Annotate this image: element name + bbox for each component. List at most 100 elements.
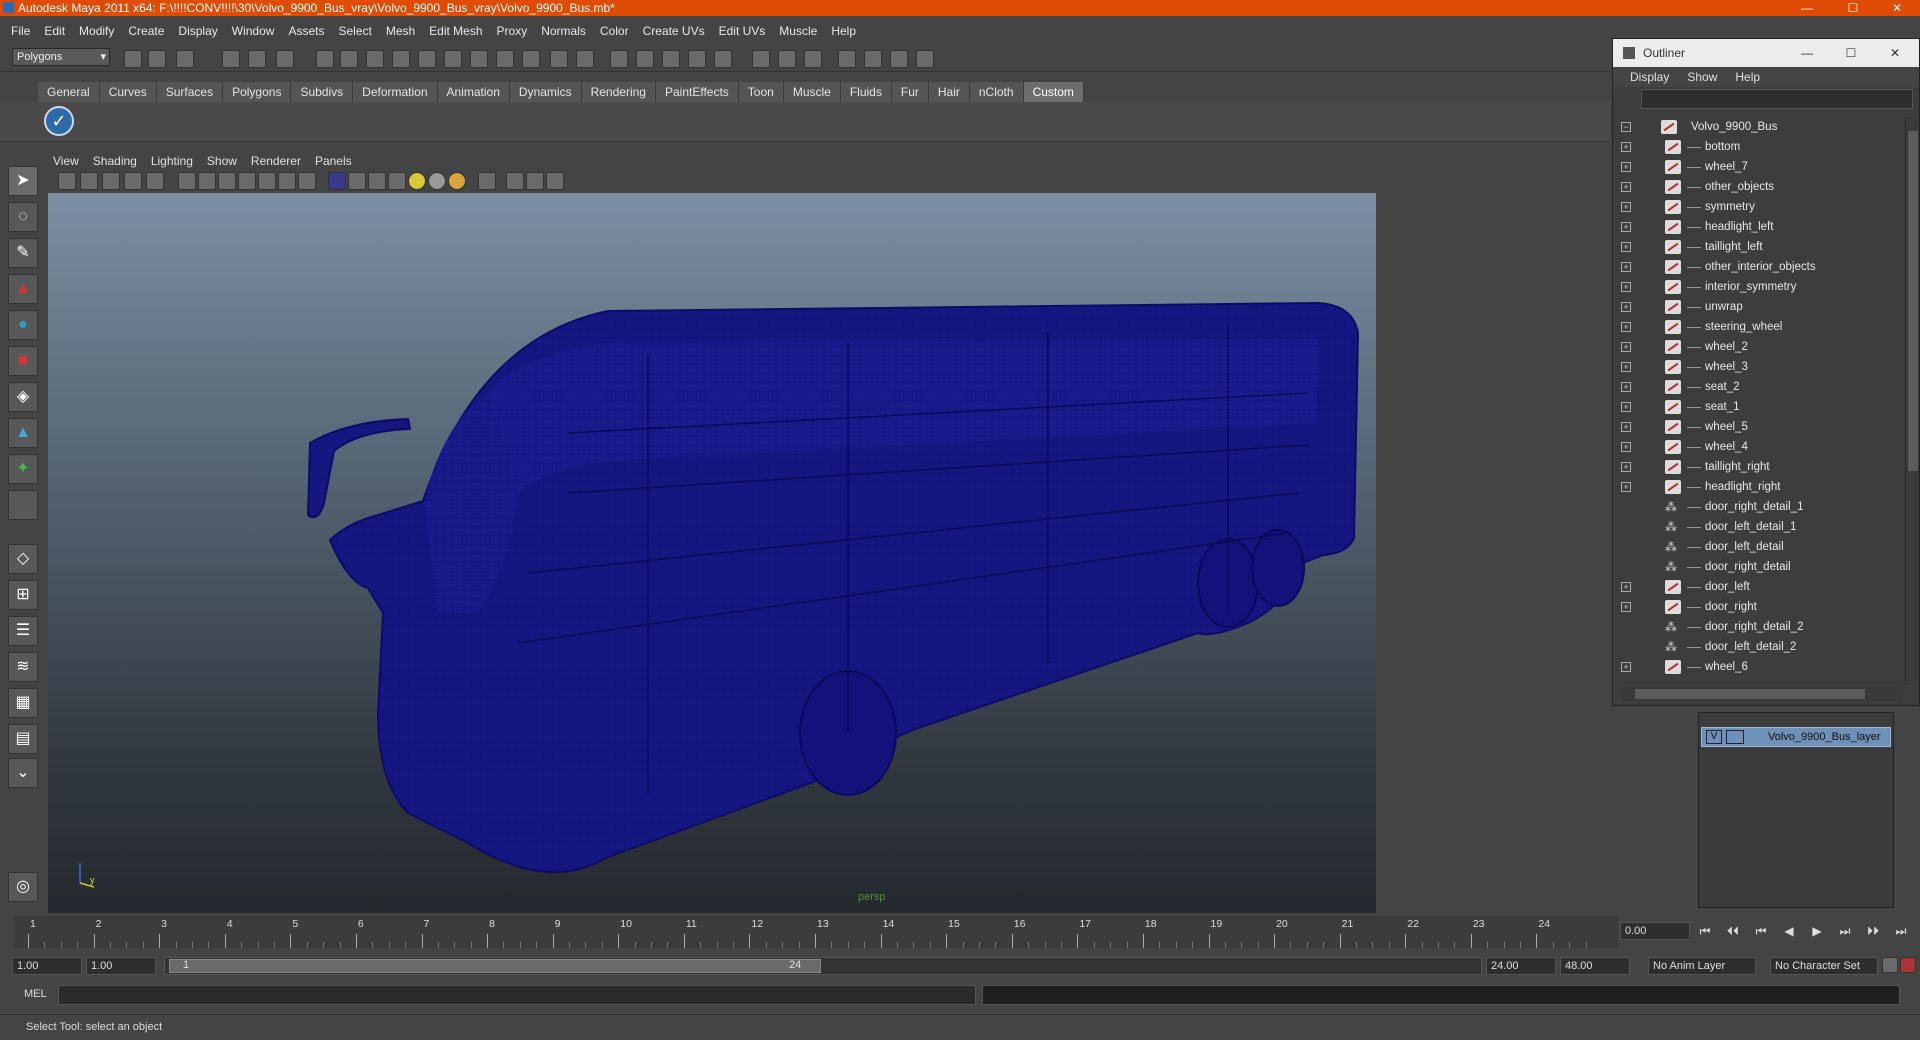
outliner-vertical-scrollbar[interactable] <box>1905 117 1919 685</box>
tab-painteffects[interactable]: PaintEffects <box>655 82 739 102</box>
frame-selection-icon[interactable] <box>526 172 544 190</box>
expand-icon[interactable]: + <box>1621 222 1631 232</box>
open-scene-icon[interactable] <box>148 50 166 68</box>
wireframe-on-shaded-icon[interactable] <box>368 172 386 190</box>
tab-rendering[interactable]: Rendering <box>581 82 656 102</box>
panel-menu-lighting[interactable]: Lighting <box>144 154 200 168</box>
outliner-item[interactable]: ⁂ door_left_detail_2 <box>1613 637 1905 657</box>
shadows-icon[interactable] <box>428 172 446 190</box>
outliner-item[interactable]: + wheel_2 <box>1613 337 1905 357</box>
expand-icon[interactable]: + <box>1621 262 1631 272</box>
menu-window[interactable]: Window <box>225 24 282 38</box>
outliner-item[interactable]: + wheel_5 <box>1613 417 1905 437</box>
isolate-select-icon[interactable] <box>478 172 496 190</box>
outliner-menu-show[interactable]: Show <box>1678 70 1726 84</box>
outliner-item[interactable]: + unwrap <box>1613 297 1905 317</box>
layout-single-icon[interactable]: ◇ <box>8 544 38 574</box>
outliner-item[interactable]: ⁂ door_right_detail <box>1613 557 1905 577</box>
layout-custom-icon[interactable]: ▤ <box>8 724 38 754</box>
outliner-menu-help[interactable]: Help <box>1726 70 1769 84</box>
range-slider-thumb[interactable] <box>169 959 821 973</box>
select-hierarchy-icon[interactable] <box>222 50 240 68</box>
tab-fluids[interactable]: Fluids <box>840 82 892 102</box>
character-set-dropdown[interactable]: No Character Set <box>1770 957 1878 975</box>
outliner-item[interactable]: + taillight_right <box>1613 457 1905 477</box>
four-pane-icon[interactable] <box>804 50 822 68</box>
history-icon[interactable] <box>470 50 488 68</box>
menu-muscle[interactable]: Muscle <box>772 24 824 38</box>
smooth-shade-icon[interactable] <box>348 172 366 190</box>
layout-more-icon[interactable]: ⌄ <box>8 758 38 788</box>
collapse-icon[interactable]: − <box>1621 122 1631 132</box>
menu-edit-uvs[interactable]: Edit UVs <box>712 24 773 38</box>
outliner-item[interactable]: + door_right <box>1613 597 1905 617</box>
layout-graph-icon[interactable]: ≋ <box>8 652 38 682</box>
render-current-icon[interactable] <box>610 50 628 68</box>
menu-display[interactable]: Display <box>171 24 224 38</box>
time-slider[interactable]: 1 2 3 4 5 6 7 8 9 10 11 12 13 14 15 16 17 18 19 20 21 22 23 24 <box>14 916 1618 948</box>
menu-color[interactable]: Color <box>593 24 636 38</box>
tool-settings-icon[interactable] <box>864 50 882 68</box>
menu-proxy[interactable]: Proxy <box>490 24 535 38</box>
gate-mask-icon[interactable] <box>238 172 256 190</box>
outliner-filter-input[interactable] <box>1641 89 1913 109</box>
tab-toon[interactable]: Toon <box>738 82 784 102</box>
animation-end-field[interactable]: 48.00 <box>1560 957 1630 975</box>
tab-curves[interactable]: Curves <box>99 82 157 102</box>
save-scene-icon[interactable] <box>176 50 194 68</box>
move-tool-icon[interactable]: ▲ <box>8 274 38 304</box>
safe-action-icon[interactable] <box>278 172 296 190</box>
tab-subdivs[interactable]: Subdivs <box>291 82 354 102</box>
tab-polygons[interactable]: Polygons <box>223 82 292 102</box>
expand-icon[interactable]: + <box>1621 402 1631 412</box>
play-backward-icon[interactable]: ◀ <box>1778 924 1800 938</box>
outliner-item[interactable]: + door_left <box>1613 577 1905 597</box>
expand-icon[interactable]: + <box>1621 662 1631 672</box>
outliner-hscroll-thumb[interactable] <box>1635 689 1865 699</box>
expand-icon[interactable]: + <box>1621 322 1631 332</box>
outliner-minimize-button[interactable]: — <box>1785 39 1829 67</box>
film-gate-icon[interactable] <box>198 172 216 190</box>
wireframe-icon[interactable] <box>328 172 346 190</box>
menu-modify[interactable]: Modify <box>72 24 121 38</box>
playback-end-field[interactable]: 24.00 <box>1486 957 1556 975</box>
outliner-item[interactable]: + wheel_4 <box>1613 437 1905 457</box>
layer-visibility-toggle[interactable]: V <box>1706 730 1722 744</box>
outliner-item[interactable]: + bottom <box>1613 137 1905 157</box>
snap-curve-icon[interactable] <box>366 50 384 68</box>
maximize-button[interactable]: ☐ <box>1830 0 1876 16</box>
expand-icon[interactable]: + <box>1621 382 1631 392</box>
menu-help[interactable]: Help <box>824 24 863 38</box>
tab-general[interactable]: General <box>38 82 100 102</box>
select-component-icon[interactable] <box>276 50 294 68</box>
make-live-icon[interactable] <box>444 50 462 68</box>
expand-icon[interactable]: + <box>1621 422 1631 432</box>
tab-dynamics[interactable]: Dynamics <box>509 82 582 102</box>
last-tool-icon[interactable] <box>8 490 38 520</box>
step-back-key-icon[interactable]: ⏴⏴ <box>1722 924 1744 939</box>
expand-icon[interactable]: + <box>1621 362 1631 372</box>
panel-menu-view[interactable]: View <box>46 154 86 168</box>
outliner-item[interactable]: + wheel_7 <box>1613 157 1905 177</box>
outliner-item[interactable]: + headlight_right <box>1613 477 1905 497</box>
tab-custom[interactable]: Custom <box>1023 82 1084 102</box>
construction-icon[interactable] <box>496 50 514 68</box>
field-chart-icon[interactable] <box>258 172 276 190</box>
outliner-item[interactable]: ⁂ door_left_detail_1 <box>1613 517 1905 537</box>
outliner-item[interactable]: ⁂ door_right_detail_2 <box>1613 617 1905 637</box>
panel-menu-show[interactable]: Show <box>200 154 244 168</box>
expand-icon[interactable]: + <box>1621 462 1631 472</box>
preferences-icon[interactable] <box>1900 957 1916 973</box>
scale-tool-icon[interactable]: ■ <box>8 346 38 376</box>
layout-four-icon[interactable]: ⊞ <box>8 580 38 610</box>
expand-icon[interactable]: + <box>1621 142 1631 152</box>
lasso-tool-icon[interactable]: ◌ <box>8 202 38 232</box>
playback-start-field[interactable]: 1.00 <box>86 957 156 975</box>
layer-editor-icon[interactable] <box>916 50 934 68</box>
go-to-start-icon[interactable]: ⏮ <box>1694 924 1716 939</box>
menu-assets[interactable]: Assets <box>281 24 331 38</box>
expand-icon[interactable]: + <box>1621 282 1631 292</box>
2d-pan-zoom-icon[interactable] <box>124 172 142 190</box>
soft-mod-tool-icon[interactable]: ▲ <box>8 418 38 448</box>
layout-hypershade-icon[interactable]: ▦ <box>8 688 38 718</box>
